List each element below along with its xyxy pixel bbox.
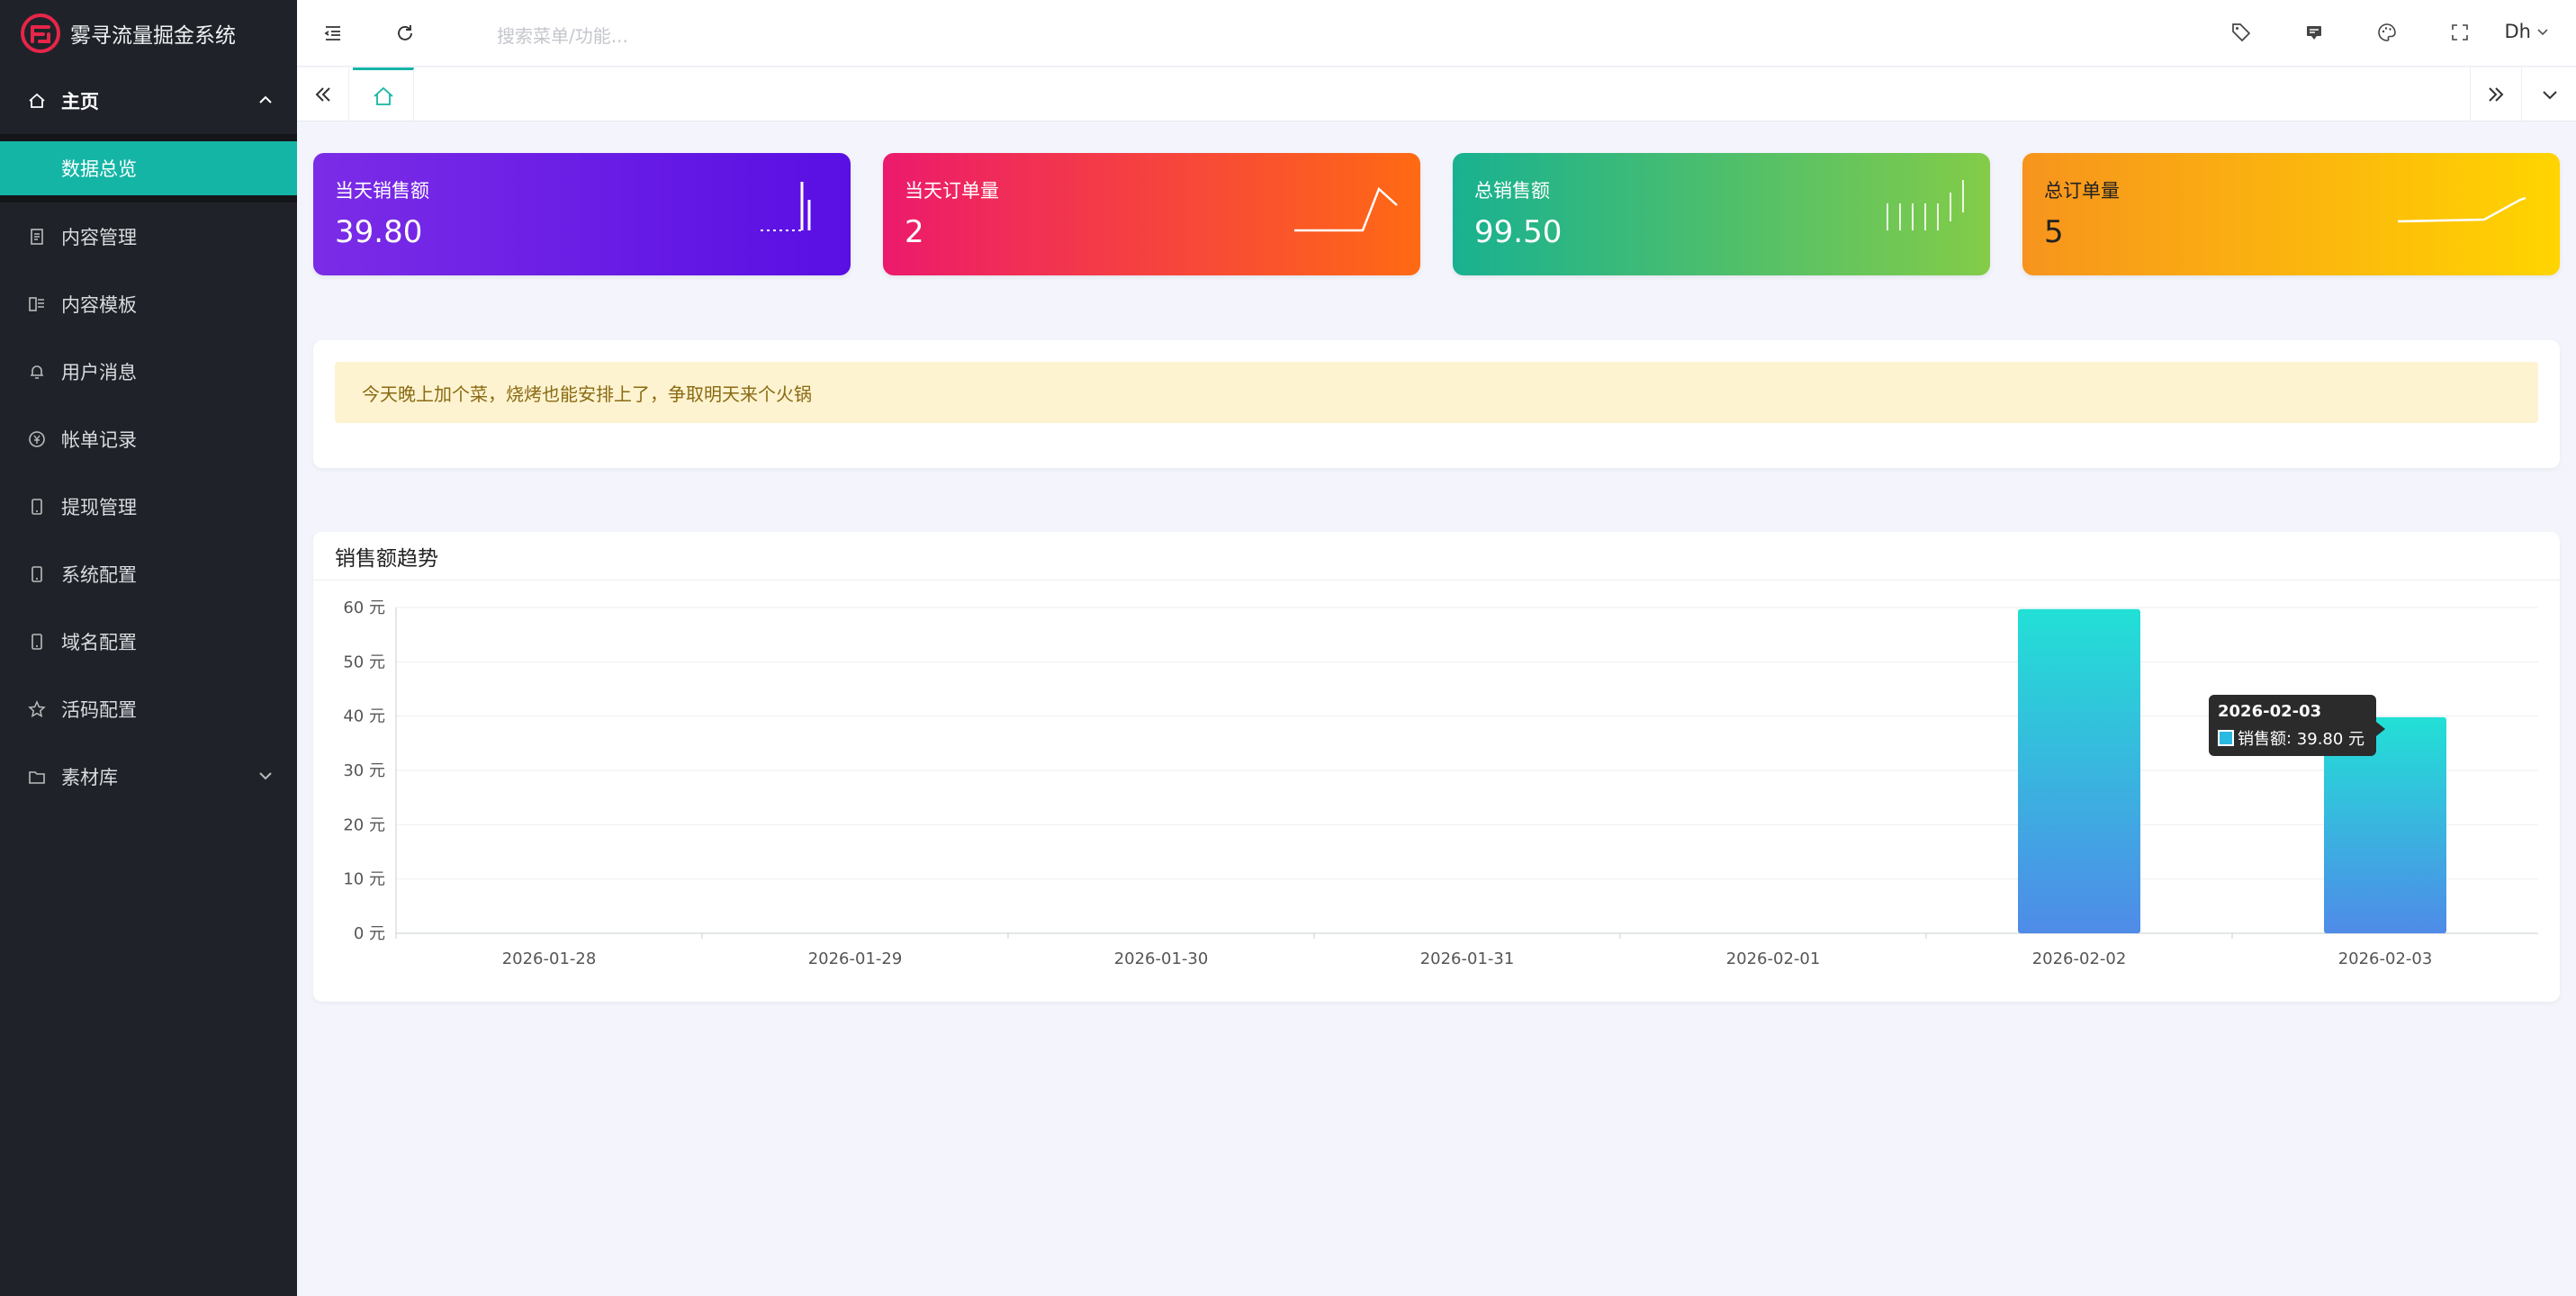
logo-icon (21, 14, 60, 53)
sidebar-item-domain-config[interactable]: 域名配置 (0, 608, 297, 675)
tag-icon[interactable] (2230, 22, 2252, 43)
phone-icon (27, 564, 47, 584)
y-tick-label: 60 元 (343, 598, 385, 617)
collapse-menu-button[interactable] (297, 0, 369, 67)
stat-card-total-orders: 总订单量 5 (2022, 153, 2560, 275)
y-tick-label: 10 元 (343, 870, 385, 889)
card-value: 39.80 (335, 214, 423, 250)
phone-icon (27, 497, 47, 517)
sparkline (1294, 186, 1398, 232)
template-icon (27, 294, 47, 314)
double-chevron-right-icon (2489, 87, 2504, 102)
document-icon (27, 227, 47, 247)
sidebar-item-template[interactable]: 内容模板 (0, 270, 297, 338)
star-icon (27, 699, 47, 719)
stat-card-today-orders: 当天订单量 2 (883, 153, 1420, 275)
fullscreen-icon[interactable] (2449, 22, 2471, 43)
y-tick-label: 50 元 (343, 652, 385, 671)
user-menu[interactable]: Dh (2505, 21, 2551, 42)
submenu: 数据总览 (0, 134, 297, 202)
folder-icon (27, 767, 47, 787)
yen-icon (27, 429, 47, 449)
sidebar-item-label: 主页 (61, 90, 99, 112)
sidebar-item-label: 帐单记录 (61, 428, 137, 451)
series-swatch (2218, 730, 2234, 746)
chart-tooltip: 2026-02-03 销售额: 39.80 元 (2209, 695, 2385, 756)
sidebar-item-label: 提现管理 (61, 496, 137, 518)
chevron-down-icon (2537, 29, 2548, 36)
notice-panel: 今天晚上加个菜，烧烤也能安排上了，争取明天来个火锅 (313, 340, 2560, 468)
sidebar-item-label: 用户消息 (61, 361, 137, 383)
search-input[interactable]: 搜索菜单/功能... (497, 22, 628, 48)
refresh-button[interactable] (369, 0, 441, 67)
sidebar-item-label: 内容模板 (61, 293, 137, 316)
y-tick-label: 20 元 (343, 815, 385, 834)
x-tick-label: 2026-02-01 (1726, 950, 1821, 968)
stat-card-total-sales: 总销售额 99.50 (1453, 153, 1990, 275)
brand[interactable]: 雾寻流量掘金系统 (0, 0, 297, 67)
x-tick-label: 2026-01-30 (1114, 950, 1209, 968)
x-tick-label: 2026-01-29 (808, 950, 903, 968)
tab-options-dropdown[interactable] (2524, 68, 2576, 122)
sidebar: 雾寻流量掘金系统 主页 数据总览 内容管理 内容模板 用户消息 帐单记录 提现管… (0, 0, 297, 1296)
sidebar-item-bills[interactable]: 帐单记录 (0, 405, 297, 472)
sidebar-item-home[interactable]: 主页 (0, 67, 297, 134)
sparkline (1887, 180, 1964, 230)
sparkline (761, 182, 811, 231)
sidebar-item-messages[interactable]: 用户消息 (0, 338, 297, 405)
stat-card-today-sales: 当天销售额 39.80 (313, 153, 851, 275)
card-title: 当天销售额 (335, 180, 429, 202)
home-icon (27, 91, 47, 111)
message-icon[interactable] (2303, 22, 2325, 43)
chevron-down-icon (259, 772, 272, 780)
sidebar-item-label: 内容管理 (61, 226, 137, 248)
tab-home[interactable] (353, 68, 414, 122)
y-tick-label: 40 元 (343, 707, 385, 726)
tab-scroll-right-button[interactable] (2470, 68, 2522, 122)
sidebar-item-label: 数据总览 (61, 158, 137, 180)
chart-title: 销售额趋势 (313, 532, 2560, 580)
tooltip-row: 销售额: 39.80 元 (2218, 726, 2367, 750)
phone-icon (27, 632, 47, 652)
double-chevron-left-icon (315, 87, 330, 102)
tab-bar (297, 68, 2576, 122)
sidebar-item-label: 域名配置 (61, 631, 137, 653)
home-icon (373, 86, 393, 105)
x-tick-label: 2026-01-28 (502, 950, 597, 968)
sales-trend-panel: 销售额趋势 0 元 10 元 20 元 30 元 40 元 50 元 60 元 2026-01… (313, 532, 2560, 1002)
user-name: Dh (2504, 21, 2531, 42)
sidebar-item-label: 活码配置 (61, 698, 137, 721)
refresh-icon (398, 25, 412, 40)
sidebar-item-system-config[interactable]: 系统配置 (0, 540, 297, 608)
sidebar-item-content[interactable]: 内容管理 (0, 202, 297, 270)
bell-icon (27, 362, 47, 382)
top-header: 搜索菜单/功能... Dh (297, 0, 2576, 67)
chevron-up-icon (259, 95, 272, 104)
bar (2018, 608, 2140, 933)
y-tick-label: 30 元 (343, 761, 385, 780)
sidebar-item-label: 系统配置 (61, 563, 137, 586)
sidebar-item-label: 素材库 (61, 766, 118, 788)
sales-trend-chart[interactable]: 0 元 10 元 20 元 30 元 40 元 50 元 60 元 2026-01-28 202… (313, 580, 2560, 1002)
sidebar-item-materials[interactable]: 素材库 (0, 742, 297, 810)
palette-icon[interactable] (2376, 22, 2398, 43)
sidebar-item-qrcode-config[interactable]: 活码配置 (0, 675, 297, 742)
tooltip-date: 2026-02-03 (2218, 702, 2322, 721)
menu-fold-icon (324, 26, 340, 40)
app-title: 雾寻流量掘金系统 (70, 24, 236, 48)
sparkline (2397, 196, 2526, 223)
x-tick-label: 2026-01-31 (1420, 950, 1515, 968)
sidebar-item-withdraw[interactable]: 提现管理 (0, 472, 297, 540)
x-tick-label: 2026-02-03 (2338, 950, 2433, 968)
chevron-down-icon (2543, 91, 2557, 100)
y-tick-label: 0 元 (354, 924, 385, 943)
notice-alert: 今天晚上加个菜，烧烤也能安排上了，争取明天来个火锅 (335, 362, 2538, 423)
tooltip-series: 销售额 (2238, 730, 2286, 749)
sidebar-item-overview[interactable]: 数据总览 (0, 141, 297, 195)
tooltip-value: 39.80 元 (2296, 730, 2365, 749)
x-tick-label: 2026-02-02 (2032, 950, 2127, 968)
tab-scroll-left-button[interactable] (297, 68, 349, 122)
